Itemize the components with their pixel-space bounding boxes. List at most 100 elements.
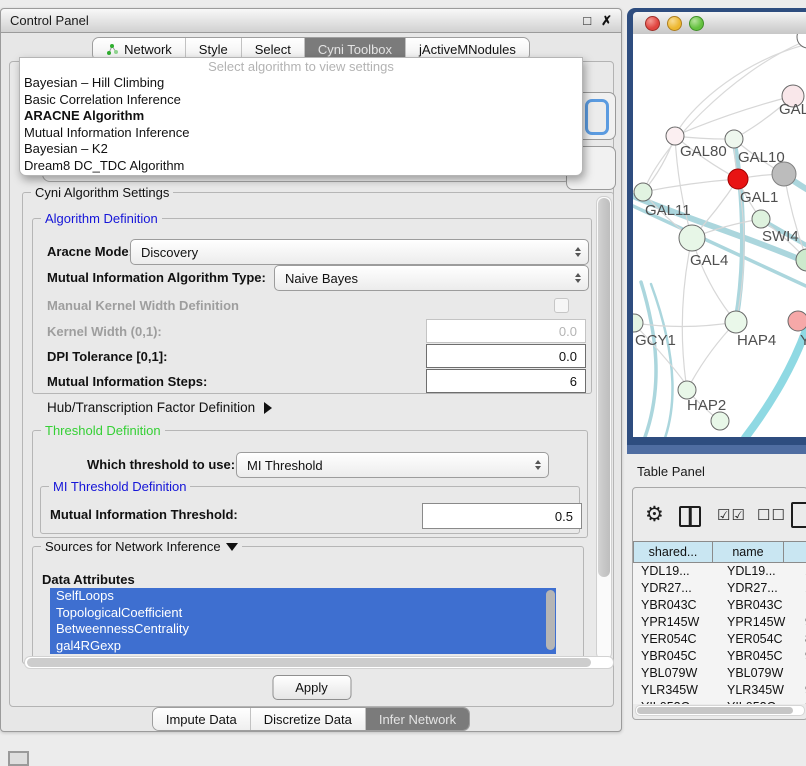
settings-vertical-scrollbar[interactable] bbox=[596, 196, 612, 660]
network-node-hap4[interactable] bbox=[725, 311, 747, 333]
table-cell: YBR045C bbox=[633, 648, 719, 665]
unchecked-boxes-icon[interactable]: ☐☐ bbox=[757, 506, 786, 524]
network-node[interactable] bbox=[711, 412, 729, 430]
table-cell: YPR145W bbox=[633, 614, 719, 631]
column-header[interactable] bbox=[784, 541, 806, 563]
scrollbar-thumb[interactable] bbox=[27, 658, 591, 667]
network-node-gal10[interactable] bbox=[725, 130, 743, 148]
data-attributes-label: Data Attributes bbox=[42, 572, 135, 587]
table-row[interactable]: YBR043CYBR043C bbox=[633, 597, 806, 614]
network-node-gal11[interactable] bbox=[634, 183, 652, 201]
tab-label: Style bbox=[199, 42, 228, 57]
apply-button-label: Apply bbox=[295, 680, 328, 695]
table-cell: YER054C bbox=[633, 631, 719, 648]
table-row[interactable]: YER054CYER054C8. bbox=[633, 631, 806, 648]
table-row[interactable]: YDL19...YDL19...13 bbox=[633, 563, 806, 580]
close-icon[interactable]: ✗ bbox=[601, 14, 612, 27]
tab-impute-data[interactable]: Impute Data bbox=[153, 708, 250, 730]
network-node-swi4[interactable] bbox=[752, 210, 770, 228]
desktop-background bbox=[627, 445, 806, 454]
algorithm-option[interactable]: Basic Correlation Inference bbox=[20, 92, 582, 109]
gear-icon[interactable]: ⚙ bbox=[645, 502, 664, 528]
table-row[interactable]: YBR045CYBR045C9. bbox=[633, 648, 806, 665]
table-row[interactable]: YDR27...YDR27...12 bbox=[633, 580, 806, 597]
table-cell: YDR27... bbox=[633, 580, 719, 597]
tab-discretize-data[interactable]: Discretize Data bbox=[250, 708, 365, 730]
algorithm-option[interactable]: ARACNE Algorithm bbox=[20, 108, 582, 125]
control-panel-window: Control Panel □ ✗ NetworkStyleSelectCyni… bbox=[0, 8, 622, 732]
apply-button[interactable]: Apply bbox=[272, 675, 351, 700]
table-cell: 9 bbox=[797, 699, 806, 704]
which-threshold-select[interactable]: MI Threshold bbox=[236, 452, 549, 478]
network-node[interactable] bbox=[796, 249, 806, 271]
table-cell: YBR043C bbox=[633, 597, 719, 614]
node-label: GAL11 bbox=[645, 202, 691, 219]
network-canvas[interactable]: GALGAL80GAL10GAL1GAL11SWI4GAL4GCY1HAP4YH… bbox=[633, 34, 806, 437]
manual-kernel-checkbox[interactable] bbox=[554, 298, 569, 313]
network-edge bbox=[634, 322, 736, 327]
data-attribute-item[interactable]: gal4RGexp bbox=[50, 638, 556, 655]
algorithm-option[interactable]: Dream8 DC_TDC Algorithm bbox=[20, 158, 582, 175]
table-cell: YLR345W bbox=[633, 682, 719, 699]
settings-horizontal-scrollbar[interactable] bbox=[24, 656, 614, 669]
table-cell: YDL19... bbox=[633, 563, 719, 580]
network-node-gal1[interactable] bbox=[728, 169, 748, 189]
table-row[interactable]: YBL079WYBL079W bbox=[633, 665, 806, 682]
algorithm-dropdown-placeholder: Select algorithm to view settings bbox=[20, 58, 582, 75]
data-attribute-item[interactable]: BetweennessCentrality bbox=[50, 621, 556, 638]
close-traffic-light[interactable] bbox=[645, 16, 660, 31]
algorithm-option[interactable]: Bayesian – Hill Climbing bbox=[20, 75, 582, 92]
hub-definition-toggle[interactable]: Hub/Transcription Factor Definition bbox=[47, 400, 272, 415]
table-cell: YPR145W bbox=[719, 614, 797, 631]
dpi-tolerance-field[interactable]: 0.0 bbox=[426, 344, 586, 368]
aracne-mode-select[interactable]: Discovery bbox=[130, 239, 589, 265]
mi-threshold-label: Mutual Information Threshold: bbox=[50, 507, 238, 522]
node-table: shared...name YDL19...YDL19...13YDR27...… bbox=[633, 541, 806, 704]
table-row[interactable]: YLR345WYLR345W9. bbox=[633, 682, 806, 699]
node-label: GAL1 bbox=[740, 189, 778, 206]
tab-infer-network[interactable]: Infer Network bbox=[365, 708, 469, 730]
network-node-gcy1[interactable] bbox=[633, 314, 643, 332]
scrollbar-thumb[interactable] bbox=[637, 707, 793, 714]
control-panel-title: Control Panel bbox=[10, 13, 89, 28]
table-cell: 9. bbox=[797, 682, 806, 699]
column-header[interactable]: shared... bbox=[633, 541, 713, 563]
sources-toggle[interactable]: Sources for Network Inference bbox=[41, 539, 242, 554]
table-cell: 12 bbox=[797, 580, 806, 597]
checked-boxes-icon[interactable]: ☑☑ bbox=[717, 506, 746, 524]
tab-label: Impute Data bbox=[166, 712, 237, 727]
table-horizontal-scrollbar[interactable] bbox=[635, 705, 805, 716]
algorithm-dropdown-popup: Select algorithm to view settings Bayesi… bbox=[19, 57, 583, 176]
mi-steps-field[interactable]: 6 bbox=[426, 369, 586, 393]
data-attribute-item[interactable]: SelfLoops bbox=[50, 588, 556, 605]
kernel-width-field[interactable]: 0.0 bbox=[426, 319, 586, 343]
node-label: HAP2 bbox=[687, 397, 726, 414]
algorithm-option[interactable]: Bayesian – K2 bbox=[20, 141, 582, 158]
which-threshold-label: Which threshold to use: bbox=[87, 457, 235, 472]
network-node-y[interactable] bbox=[788, 311, 806, 331]
focus-ring bbox=[585, 99, 609, 135]
node-label: GAL80 bbox=[680, 143, 727, 160]
minimize-traffic-light[interactable] bbox=[667, 16, 682, 31]
network-node[interactable] bbox=[797, 34, 806, 48]
columns-icon[interactable] bbox=[679, 506, 701, 527]
sources-title: Sources for Network Inference bbox=[45, 539, 221, 554]
data-attribute-item[interactable]: TopologicalCoefficient bbox=[50, 605, 556, 622]
page-icon[interactable] bbox=[791, 502, 806, 528]
mi-algorithm-type-select[interactable]: Naive Bayes bbox=[274, 265, 589, 291]
minimized-panel-button[interactable] bbox=[8, 751, 29, 766]
mi-threshold-field[interactable]: 0.5 bbox=[422, 503, 582, 529]
column-header[interactable]: name bbox=[713, 541, 784, 563]
mi-threshold-value: 0.5 bbox=[555, 509, 573, 524]
table-row[interactable]: YPR145WYPR145W9. bbox=[633, 614, 806, 631]
algorithm-option[interactable]: Mutual Information Inference bbox=[20, 125, 582, 142]
mi-steps-label: Mutual Information Steps: bbox=[47, 374, 207, 389]
list-scrollbar[interactable] bbox=[546, 590, 555, 650]
scrollbar-thumb[interactable] bbox=[598, 198, 610, 577]
network-node-gal4[interactable] bbox=[679, 225, 705, 251]
node-label: Y bbox=[800, 332, 806, 349]
table-row[interactable]: YIL052CYIL052C9 bbox=[633, 699, 806, 704]
restore-icon[interactable]: □ bbox=[583, 14, 591, 27]
kernel-width-value: 0.0 bbox=[559, 324, 577, 339]
zoom-traffic-light[interactable] bbox=[689, 16, 704, 31]
